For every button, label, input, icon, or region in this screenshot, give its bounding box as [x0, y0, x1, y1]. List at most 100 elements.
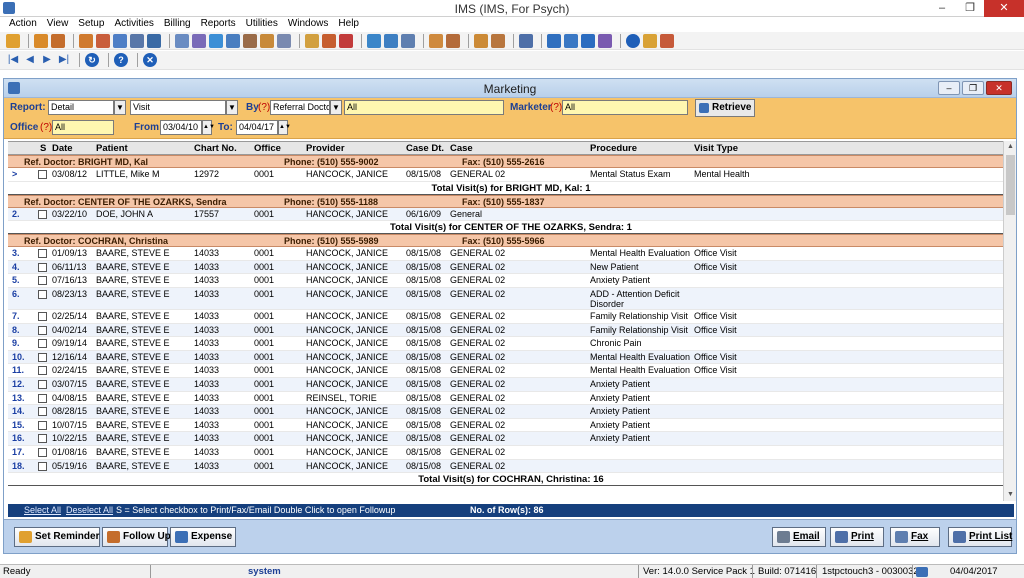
- row-select-checkbox[interactable]: [38, 311, 47, 321]
- table-row[interactable]: 17. 01/08/16 BAARE, STEVE E 14033 0001 HANCOC…: [8, 446, 1014, 460]
- tasks-icon[interactable]: [322, 33, 336, 48]
- table-row[interactable]: 9. 09/19/14 BAARE, STEVE E 14033 0001 HANCOCK…: [8, 337, 1014, 351]
- col-patient[interactable]: Patient: [96, 143, 128, 154]
- table-row[interactable]: 13. 04/08/15 BAARE, STEVE E 14033 0001 REINSE…: [8, 392, 1014, 406]
- row-select-checkbox[interactable]: [38, 339, 47, 349]
- palette-icon[interactable]: [598, 33, 612, 48]
- office-input[interactable]: All: [52, 120, 114, 135]
- ledger-icon[interactable]: [474, 33, 488, 48]
- message-icon[interactable]: [367, 33, 381, 48]
- user-icon[interactable]: [6, 33, 20, 48]
- email-icon[interactable]: [384, 33, 398, 48]
- billing-icon[interactable]: [446, 33, 460, 48]
- row-select-checkbox[interactable]: [38, 366, 47, 376]
- group-header-row[interactable]: Ref. Doctor: COCHRAN, Christina Phone: (5…: [8, 234, 1014, 248]
- users-icon[interactable]: [243, 33, 257, 48]
- statement-icon[interactable]: [491, 33, 505, 48]
- help-icon[interactable]: ?: [114, 53, 128, 67]
- search-icon[interactable]: [130, 33, 144, 48]
- menu-utilities[interactable]: Utilities: [246, 17, 278, 31]
- row-select-checkbox[interactable]: [38, 352, 47, 362]
- print-icon[interactable]: [519, 33, 533, 48]
- next-record-icon[interactable]: ▶: [40, 53, 54, 67]
- deselect-all-link[interactable]: Deselect All: [66, 504, 113, 517]
- table-row[interactable]: 2. 03/22/10 DOE, JOHN A 17557 0001 HANCOCK, J…: [8, 207, 1014, 222]
- chevron-down-icon[interactable]: ▼: [114, 100, 126, 115]
- alert-icon[interactable]: [339, 33, 353, 48]
- restore-button[interactable]: ❐: [956, 0, 984, 17]
- row-select-checkbox[interactable]: [38, 447, 47, 457]
- table-row[interactable]: 4. 06/11/13 BAARE, STEVE E 14033 0001 HANCOCK…: [8, 260, 1014, 275]
- refresh-icon[interactable]: ↻: [85, 53, 99, 67]
- list-icon[interactable]: [305, 33, 319, 48]
- scroll-thumb[interactable]: [1006, 155, 1015, 215]
- previous-record-icon[interactable]: ◀: [23, 53, 37, 67]
- fax-button[interactable]: Fax: [890, 527, 940, 547]
- col-date[interactable]: Date: [52, 143, 73, 154]
- email-button[interactable]: Email: [772, 527, 826, 547]
- lock-icon[interactable]: [643, 33, 657, 48]
- row-select-checkbox[interactable]: [38, 249, 47, 259]
- chevron-down-icon[interactable]: ▼: [330, 100, 342, 115]
- row-select-checkbox[interactable]: [38, 289, 47, 299]
- refresh-icon[interactable]: [209, 33, 223, 48]
- notes-icon[interactable]: [96, 33, 110, 48]
- settings-icon[interactable]: [226, 33, 240, 48]
- menu-action[interactable]: Action: [9, 17, 37, 31]
- col-provider[interactable]: Provider: [306, 143, 345, 154]
- print-button[interactable]: Print: [830, 527, 884, 547]
- calendar-icon[interactable]: [175, 33, 189, 48]
- row-select-checkbox[interactable]: [38, 379, 47, 389]
- marketer-input[interactable]: All: [562, 100, 688, 115]
- doctor-icon[interactable]: [51, 33, 65, 48]
- row-select-checkbox[interactable]: [38, 461, 47, 471]
- print-list-button[interactable]: Print List: [948, 527, 1012, 547]
- office-help-link[interactable]: (?): [40, 122, 52, 133]
- menu-view[interactable]: View: [47, 17, 69, 31]
- report-select[interactable]: Detail: [48, 100, 114, 115]
- table-row[interactable]: 12. 03/07/15 BAARE, STEVE E 14033 0001 HANCOC…: [8, 377, 1014, 392]
- col-visit-type[interactable]: Visit Type: [694, 143, 738, 154]
- group-header-row[interactable]: Ref. Doctor: BRIGHT MD, Kal Phone: (510) …: [8, 155, 1014, 168]
- minimize-button[interactable]: –: [928, 0, 956, 17]
- col-case[interactable]: Case: [450, 143, 473, 154]
- row-select-checkbox[interactable]: [38, 276, 47, 286]
- col-office[interactable]: Office: [254, 143, 281, 154]
- to-date-input[interactable]: 04/04/17: [236, 120, 278, 135]
- grid-scrollbar[interactable]: ▲ ▼: [1003, 141, 1016, 501]
- menu-windows[interactable]: Windows: [288, 17, 329, 31]
- menu-help[interactable]: Help: [338, 17, 359, 31]
- table-row[interactable]: 15. 10/07/15 BAARE, STEVE E 14033 0001 HANCOC…: [8, 419, 1014, 433]
- folder-icon[interactable]: [79, 33, 93, 48]
- set-reminder-button[interactable]: Set Reminder: [14, 527, 100, 547]
- expense-button[interactable]: Expense: [170, 527, 236, 547]
- report-type-select[interactable]: Visit: [130, 100, 226, 115]
- col-chart-no[interactable]: Chart No.: [194, 143, 237, 154]
- table-row[interactable]: 5. 07/16/13 BAARE, STEVE E 14033 0001 HANCOCK…: [8, 274, 1014, 288]
- menu-activities[interactable]: Activities: [114, 17, 153, 31]
- last-record-icon[interactable]: ▶|: [57, 53, 71, 67]
- document-icon[interactable]: [113, 33, 127, 48]
- table-row[interactable]: 18. 05/19/16 BAARE, STEVE E 14033 0001 HANCOC…: [8, 459, 1014, 474]
- chevron-down-icon[interactable]: ▼: [226, 100, 238, 115]
- fax-icon[interactable]: [401, 33, 415, 48]
- table-row[interactable]: 14. 08/28/15 BAARE, STEVE E 14033 0001 HANCOC…: [8, 405, 1014, 419]
- follow-up-button[interactable]: Follow Up: [102, 527, 171, 547]
- scroll-down-icon[interactable]: ▼: [1004, 489, 1017, 501]
- child-close-button[interactable]: ✕: [986, 81, 1012, 95]
- sync-icon[interactable]: [564, 33, 578, 48]
- chart-icon[interactable]: [192, 33, 206, 48]
- row-select-checkbox[interactable]: [38, 407, 47, 417]
- row-select-checkbox[interactable]: [38, 262, 47, 272]
- menu-reports[interactable]: Reports: [201, 17, 236, 31]
- from-date-input[interactable]: 03/04/10: [160, 120, 202, 135]
- marketer-help-link[interactable]: (?): [550, 102, 562, 113]
- row-select-checkbox[interactable]: [38, 325, 47, 335]
- close-icon[interactable]: ✕: [143, 53, 157, 67]
- shield-icon[interactable]: [147, 33, 161, 48]
- scroll-up-icon[interactable]: ▲: [1004, 141, 1017, 153]
- tools-icon[interactable]: [277, 33, 291, 48]
- row-select-checkbox[interactable]: [38, 209, 47, 219]
- col-select[interactable]: S: [40, 143, 46, 154]
- word-icon[interactable]: [581, 33, 595, 48]
